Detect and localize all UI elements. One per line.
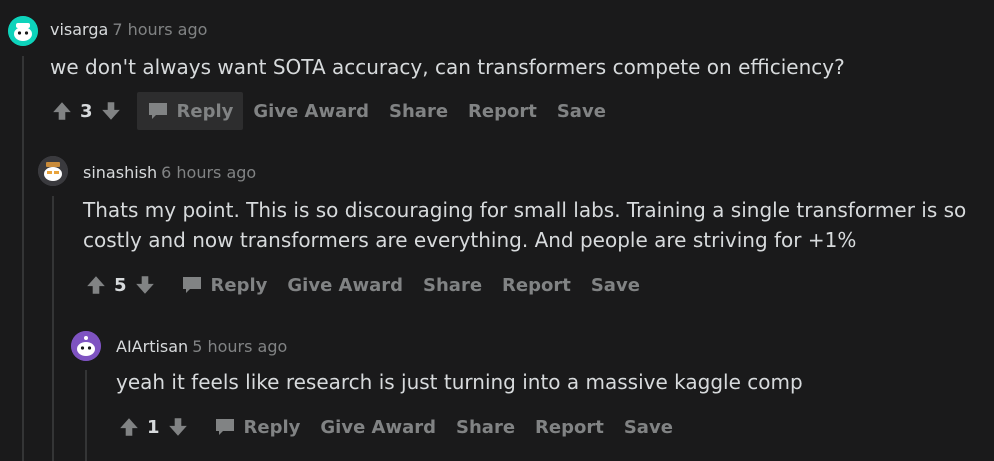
timestamp[interactable]: 7 hours ago: [112, 20, 207, 39]
speech-bubble-icon: [214, 417, 236, 437]
save-button[interactable]: Save: [547, 92, 616, 130]
upvote-arrow-icon[interactable]: [50, 99, 74, 123]
snoo-avatar-icon: [71, 331, 101, 361]
reply-label: Reply: [176, 100, 234, 122]
speech-bubble-icon: [181, 275, 203, 295]
upvote-arrow-icon[interactable]: [117, 415, 141, 439]
comment-actions: 3 Reply Give Award Share Report Save: [50, 92, 616, 130]
thread-line[interactable]: [22, 56, 24, 461]
snoo-avatar-icon: [38, 156, 68, 186]
thread-line[interactable]: [52, 196, 54, 461]
reply-button[interactable]: Reply: [204, 408, 311, 446]
reply-label: Reply: [210, 274, 268, 296]
comment-actions: 1 Reply Give Award Share Report Save: [117, 408, 683, 446]
downvote-arrow-icon[interactable]: [166, 415, 190, 439]
comment-actions: 5 Reply Give Award Share Report Save: [84, 266, 650, 304]
give-award-button[interactable]: Give Award: [310, 408, 446, 446]
give-award-button[interactable]: Give Award: [243, 92, 379, 130]
reply-button[interactable]: Reply: [171, 266, 278, 304]
comment-body: yeah it feels like research is just turn…: [116, 370, 803, 394]
upvote-arrow-icon[interactable]: [84, 273, 108, 297]
comment-body: Thats my point. This is so discouraging …: [83, 198, 967, 252]
snoo-avatar-icon: [8, 16, 38, 46]
timestamp[interactable]: 6 hours ago: [161, 163, 256, 182]
avatar[interactable]: [71, 331, 101, 361]
speech-bubble-icon: [147, 101, 169, 121]
give-award-button[interactable]: Give Award: [277, 266, 413, 304]
comment-meta: visarga 7 hours ago: [50, 20, 207, 39]
share-button[interactable]: Share: [413, 266, 492, 304]
vote-score: 5: [114, 274, 127, 296]
downvote-arrow-icon[interactable]: [99, 99, 123, 123]
vote-score: 3: [80, 100, 93, 122]
avatar[interactable]: [8, 16, 38, 46]
thread-line[interactable]: [85, 370, 87, 461]
share-button[interactable]: Share: [379, 92, 458, 130]
timestamp[interactable]: 5 hours ago: [192, 337, 287, 356]
avatar[interactable]: [38, 156, 68, 186]
reply-button[interactable]: Reply: [136, 92, 244, 130]
downvote-arrow-icon[interactable]: [133, 273, 157, 297]
save-button[interactable]: Save: [614, 408, 683, 446]
report-button[interactable]: Report: [492, 266, 581, 304]
author-link[interactable]: sinashish: [83, 163, 157, 182]
vote-score: 1: [147, 416, 160, 438]
report-button[interactable]: Report: [525, 408, 614, 446]
comment-meta: sinashish 6 hours ago: [83, 163, 256, 182]
reply-label: Reply: [243, 416, 301, 438]
comment-body: we don't always want SOTA accuracy, can …: [50, 55, 845, 79]
author-link[interactable]: AIArtisan: [116, 337, 188, 356]
report-button[interactable]: Report: [458, 92, 547, 130]
share-button[interactable]: Share: [446, 408, 525, 446]
save-button[interactable]: Save: [581, 266, 650, 304]
comment-meta: AIArtisan 5 hours ago: [116, 337, 287, 356]
author-link[interactable]: visarga: [50, 20, 108, 39]
